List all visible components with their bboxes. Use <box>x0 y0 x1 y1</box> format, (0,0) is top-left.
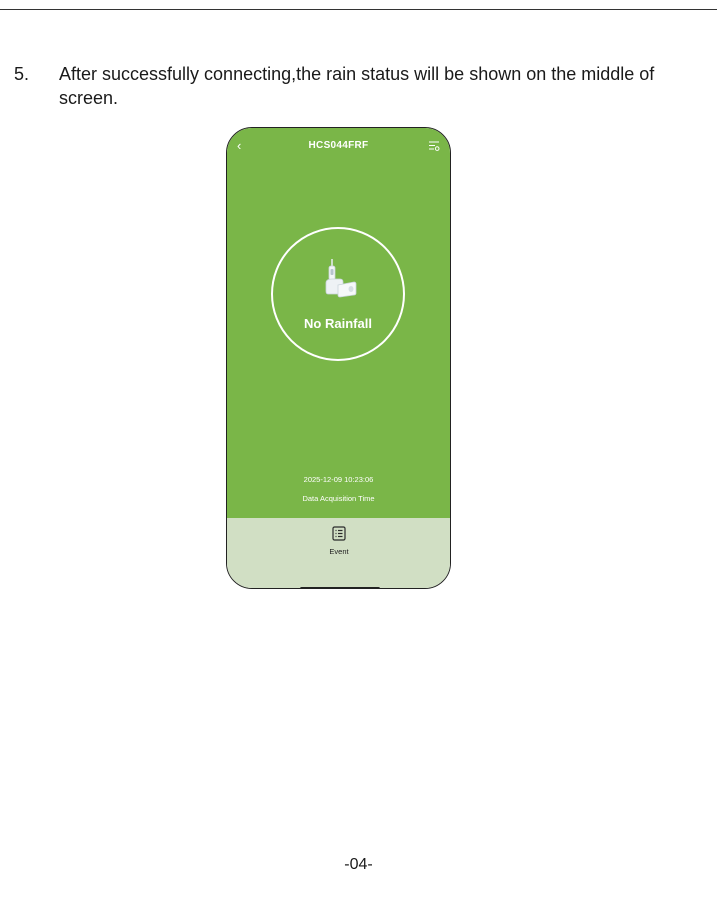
rain-sensor-device-icon <box>325 259 357 298</box>
event-label: Event <box>329 547 349 556</box>
status-ring: No Rainfall <box>271 227 405 361</box>
list-settings-icon[interactable] <box>428 140 440 152</box>
page-number: -04- <box>344 856 373 873</box>
step-number: 5. <box>14 64 30 84</box>
bottom-bar: Event <box>227 518 450 588</box>
step-text: After successfully connecting,the rain s… <box>59 64 655 108</box>
rain-status-label: No Rainfall <box>304 316 372 331</box>
top-rule <box>0 9 717 10</box>
acquisition-label: Data Acquisition Time <box>302 494 375 503</box>
event-button[interactable]: Event <box>314 526 364 566</box>
device-title: HCS044FRF <box>308 140 369 151</box>
event-list-icon <box>332 526 346 541</box>
phone-screenshot: ‹ HCS044FRF No Rainfall 2025-12-09 10:23… <box>226 127 451 589</box>
acquisition-time: 2025-12-09 10:23:06 <box>303 475 374 484</box>
home-indicator <box>300 587 380 588</box>
status-screen: ‹ HCS044FRF No Rainfall 2025-12-09 10:23… <box>227 128 450 518</box>
